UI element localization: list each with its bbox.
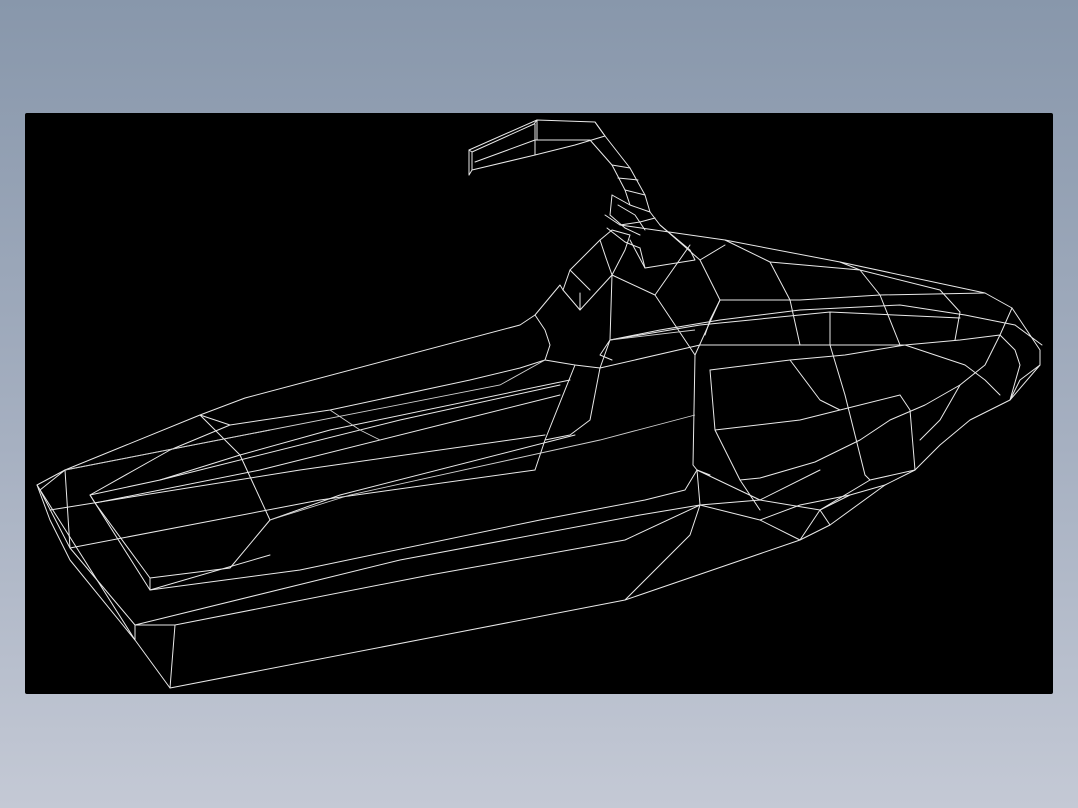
handlebar (468, 119, 696, 269)
wireframe-viewport[interactable] (25, 113, 1053, 694)
steering-column (562, 229, 631, 311)
cad-application: { "scene": { "subject": "jet-ski-wirefra… (0, 0, 1078, 808)
seat-and-deck (36, 284, 698, 626)
jet-ski-wireframe (36, 119, 1043, 689)
hull (36, 469, 916, 689)
